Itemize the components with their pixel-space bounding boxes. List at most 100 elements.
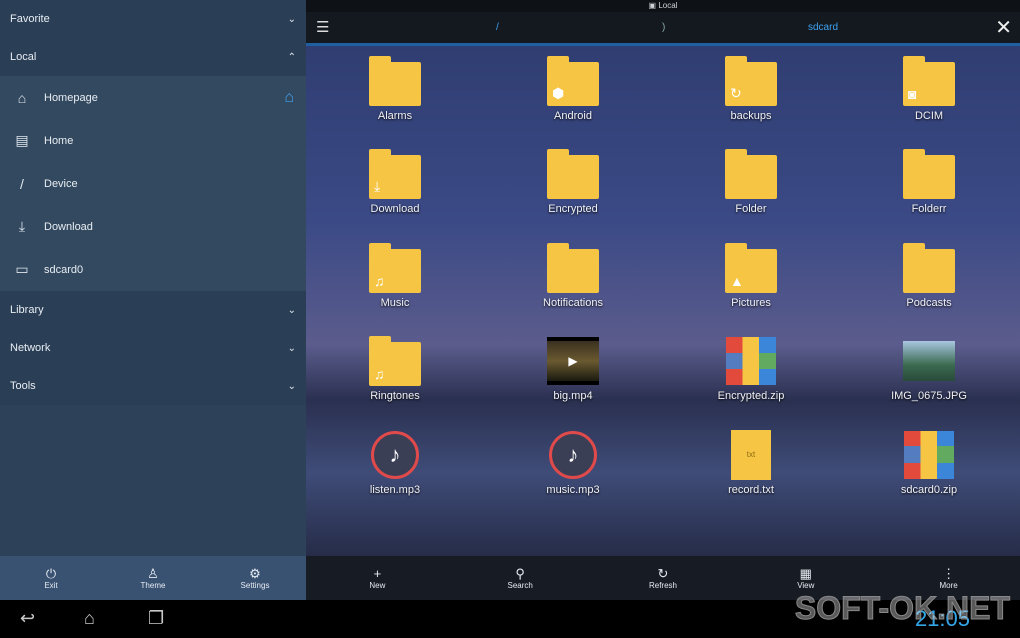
folder-icon: ⬢ [547,56,599,106]
file-item[interactable]: Alarms [306,51,484,144]
search-button[interactable]: ⚲ Search [449,556,592,600]
file-icon-wrap [903,335,955,387]
file-item[interactable]: ♪ music.mp3 [484,425,662,518]
section-label: Local [10,51,37,63]
refresh-button[interactable]: ↻ Refresh [592,556,735,600]
recent-apps-icon[interactable]: ❐ [148,608,164,629]
file-item[interactable]: ▶ big.mp4 [484,331,662,424]
search-icon: ⚲ [515,566,525,581]
section-library[interactable]: Library ⌄ [0,291,306,329]
file-item[interactable]: Folder [662,144,840,237]
file-name: Notifications [543,296,603,309]
folder-badge-icon: ⤓ [374,178,381,195]
folder-icon [369,56,421,106]
section-network[interactable]: Network ⌄ [0,329,306,367]
breadcrumb-root[interactable]: / [496,22,499,33]
video-thumbnail: ▶ [547,337,599,386]
file-item[interactable]: ↻ backups [662,51,840,144]
file-icon-wrap [725,335,777,387]
sidebar-item-homepage[interactable]: ⌂ Homepage ⌂ [0,76,306,119]
sidebar-item-label: Device [44,177,78,190]
file-name: Encrypted.zip [717,390,785,403]
file-item[interactable]: Encrypted.zip [662,331,840,424]
file-name: IMG_0675.JPG [891,390,967,403]
file-icon-wrap: ♫ [369,242,421,294]
section-favorite[interactable]: Favorite ⌄ [0,0,306,38]
text-file-icon: txt [731,429,771,480]
file-item[interactable]: ▲ Pictures [662,238,840,331]
file-icon-wrap: ▶ [547,335,599,387]
file-grid: Alarms ⬢ Android ↻ backups ◙ DCIM ⤓ Download Encr… [306,46,1020,518]
sidebar-item-download[interactable]: ⤓ Download [0,205,306,248]
sidebar-item-device[interactable]: / Device [0,162,306,205]
theme-shirt-icon: ♙ [147,566,159,581]
file-item[interactable]: Podcasts [840,238,1018,331]
watermark: SOFT-OK.NET [794,590,1010,627]
folder-badge-icon: ⬢ [552,85,565,101]
back-icon[interactable]: ↩ [20,608,35,629]
file-name: music.mp3 [546,483,600,496]
folder-icon [903,149,955,200]
file-icon-wrap: ◙ [903,55,955,107]
chevron-down-icon: ⌄ [287,380,296,392]
folder-icon: ⤓ [369,149,421,200]
status-label: Local [658,1,678,10]
file-item[interactable]: ♪ listen.mp3 [306,425,484,518]
folder-icon: ◙ [903,56,955,106]
menu-icon[interactable]: ☰ [316,18,329,36]
file-item[interactable]: ⤓ Download [306,144,484,237]
zip-icon [904,430,954,479]
image-thumbnail [903,341,955,382]
sidebar-item-home[interactable]: ▤ Home [0,119,306,162]
chevron-down-icon: ⌄ [287,304,296,316]
file-icon-wrap [903,242,955,294]
file-item[interactable]: txt record.txt [662,425,840,518]
file-item[interactable]: ⬢ Android [484,51,662,144]
folder-badge-icon: ♫ [374,272,385,289]
chevron-down-icon: ⌄ [287,13,296,25]
file-item[interactable]: sdcard0.zip [840,425,1018,518]
breadcrumb-separator: ) [662,22,666,33]
folder-icon [547,149,599,200]
button-label: Settings [240,581,270,590]
file-icon-wrap [903,429,955,481]
button-label: New [369,581,386,590]
file-item[interactable]: Notifications [484,238,662,331]
sdcard-icon: ▭ [15,261,29,277]
folder-icon: ♫ [369,336,421,387]
button-label: Refresh [648,581,677,590]
file-icon-wrap: ⤓ [369,148,421,200]
folder-badge-icon: ♫ [374,366,385,383]
close-icon[interactable]: ✕ [995,15,1012,40]
chevron-down-icon: ⌄ [287,342,296,354]
exit-button[interactable]: ⏻ Exit [0,556,102,600]
settings-button[interactable]: ⚙ Settings [204,556,306,600]
status-bar: ▣ Local [306,0,1020,12]
path-toolbar: ☰ / ) sdcard ✕ [306,12,1020,46]
set-homepage-icon[interactable]: ⌂ [284,89,294,107]
home-icon: ⌂ [17,89,27,106]
file-item[interactable]: ◙ DCIM [840,51,1018,144]
file-item[interactable]: IMG_0675.JPG [840,331,1018,424]
new-button[interactable]: + New [306,556,449,600]
theme-button[interactable]: ♙ Theme [102,556,204,600]
file-icon-wrap: ♪ [547,429,599,481]
sidebar-item-label: Homepage [44,91,98,104]
file-item[interactable]: ♫ Ringtones [306,331,484,424]
refresh-icon: ↻ [657,566,669,581]
file-name: Encrypted [548,203,598,216]
sidebar-bottom-bar: ⏻ Exit ♙ Theme ⚙ Settings [0,556,306,600]
section-local[interactable]: Local ⌃ [0,38,306,76]
section-label: Tools [10,380,36,392]
section-tools[interactable]: Tools ⌄ [0,367,306,405]
file-item[interactable]: Folderr [840,144,1018,237]
file-name: Ringtones [370,390,420,403]
file-item[interactable]: Encrypted [484,144,662,237]
file-name: Download [370,203,420,216]
breadcrumb-current[interactable]: sdcard [808,22,838,33]
file-icon-wrap [369,55,421,107]
sidebar-item-sdcard0[interactable]: ▭ sdcard0 [0,248,306,291]
home-nav-icon[interactable]: ⌂ [84,608,95,629]
file-item[interactable]: ♫ Music [306,238,484,331]
txt-badge: txt [746,450,756,460]
